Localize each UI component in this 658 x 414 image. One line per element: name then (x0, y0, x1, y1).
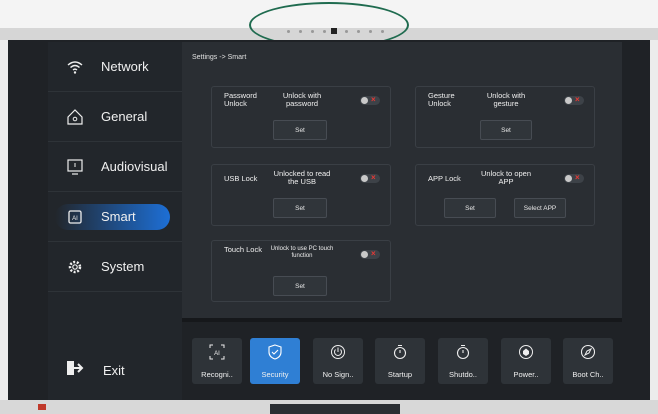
sidebar-item-network[interactable]: Network (48, 42, 182, 92)
exit-icon (67, 361, 84, 375)
off-x-icon: × (371, 249, 376, 258)
sidebar-item-label: Network (101, 59, 149, 74)
tab-label: Startup (387, 370, 413, 379)
sidebar-item-label: General (101, 109, 148, 124)
tab-shutdown[interactable]: Shutdo.. (438, 338, 488, 384)
off-x-icon: × (371, 173, 376, 182)
card-title: Gesture Unlock (428, 91, 455, 108)
brand-logo (38, 404, 46, 410)
toggle-knob (361, 175, 368, 182)
gesture-unlock-card: Gesture Unlock Unlock with gesture × Set (415, 86, 595, 148)
sidebar-item-audiovisual[interactable]: Audiovisual (48, 142, 182, 192)
monitor-icon (67, 159, 83, 175)
sidebar-item-general[interactable]: General (48, 92, 182, 142)
gesture-unlock-toggle[interactable]: × (564, 95, 584, 105)
tab-label: Recogni.. (201, 370, 233, 379)
usb-set-button[interactable]: Set (273, 198, 327, 218)
tab-label: Security (261, 370, 289, 379)
app-set-button[interactable]: Set (444, 198, 496, 218)
card-title: Password Unlock (224, 91, 257, 108)
bottom-tab-bar: AI Recogni.. Security No Sign.. Startup … (182, 322, 628, 400)
toggle-knob (565, 175, 572, 182)
tab-security[interactable]: Security (250, 338, 300, 384)
card-title: APP Lock (428, 174, 461, 183)
tab-recognition[interactable]: AI Recogni.. (192, 338, 242, 384)
tab-boot-channel[interactable]: Boot Ch.. (563, 338, 613, 384)
shield-power-icon (519, 345, 533, 359)
svg-text:AI: AI (214, 351, 220, 357)
tab-label: No Sign.. (322, 370, 354, 379)
timer-icon (456, 344, 470, 360)
home-icon (67, 109, 83, 125)
card-description: Unlocked to read the USB (273, 169, 331, 186)
toggle-knob (361, 251, 368, 258)
password-set-button[interactable]: Set (273, 120, 327, 140)
toggle-knob (565, 97, 572, 104)
breadcrumb: Settings -> Smart (192, 54, 247, 61)
sidebar-item-system[interactable]: System (48, 242, 182, 292)
tab-startup[interactable]: Startup (375, 338, 425, 384)
tab-label: Power.. (513, 370, 539, 379)
usb-lock-card: USB Lock Unlocked to read the USB × Set (211, 164, 391, 226)
card-description: Unlock to open APP (480, 169, 532, 186)
card-description: Unlock with gesture (486, 91, 526, 108)
wifi-icon (67, 61, 83, 74)
sidebar-item-label: System (101, 259, 145, 274)
gear-icon (68, 260, 82, 274)
card-description: Unlock with password (282, 91, 322, 108)
settings-panel: Settings -> Smart Password Unlock Unlock… (182, 42, 622, 318)
password-unlock-toggle[interactable]: × (360, 95, 380, 105)
compass-icon (580, 344, 596, 360)
sidebar-item-label: Audiovisual (101, 159, 168, 174)
usb-lock-toggle[interactable]: × (360, 173, 380, 183)
app-lock-toggle[interactable]: × (564, 173, 584, 183)
timer-icon (393, 344, 407, 360)
tab-power[interactable]: Power.. (501, 338, 551, 384)
shield-check-icon (268, 344, 282, 360)
tab-label: Boot Ch.. (572, 370, 604, 379)
off-x-icon: × (575, 95, 580, 104)
off-x-icon: × (575, 173, 580, 182)
card-description: Unlock to use PC touch function (270, 246, 334, 259)
select-app-button[interactable]: Select APP (514, 198, 566, 218)
app-lock-card: APP Lock Unlock to open APP × Set Select… (415, 164, 595, 226)
sidebar-item-smart[interactable]: AI Smart (48, 192, 182, 242)
gesture-set-button[interactable]: Set (480, 120, 532, 140)
sidebar-item-label: Smart (101, 209, 136, 224)
tab-label: Shutdo.. (449, 370, 477, 379)
sidebar: Network General Audiovisual AI Smart Sys… (48, 42, 182, 400)
power-icon (331, 345, 345, 359)
card-title: USB Lock (224, 174, 258, 183)
toggle-knob (361, 97, 368, 104)
ai-scan-icon: AI (209, 344, 225, 360)
touch-lock-card: Touch Lock Unlock to use PC touch functi… (211, 240, 391, 302)
off-x-icon: × (371, 95, 376, 104)
exit-label: Exit (103, 363, 125, 378)
password-unlock-card: Password Unlock Unlock with password × S… (211, 86, 391, 148)
bottom-stand (270, 404, 400, 414)
ai-chip-icon: AI (68, 210, 82, 224)
svg-text:AI: AI (72, 216, 78, 222)
card-title: Touch Lock (224, 245, 262, 254)
touch-lock-toggle[interactable]: × (360, 249, 380, 259)
touch-set-button[interactable]: Set (273, 276, 327, 296)
tab-no-signal[interactable]: No Sign.. (313, 338, 363, 384)
exit-button[interactable]: Exit (48, 348, 182, 388)
